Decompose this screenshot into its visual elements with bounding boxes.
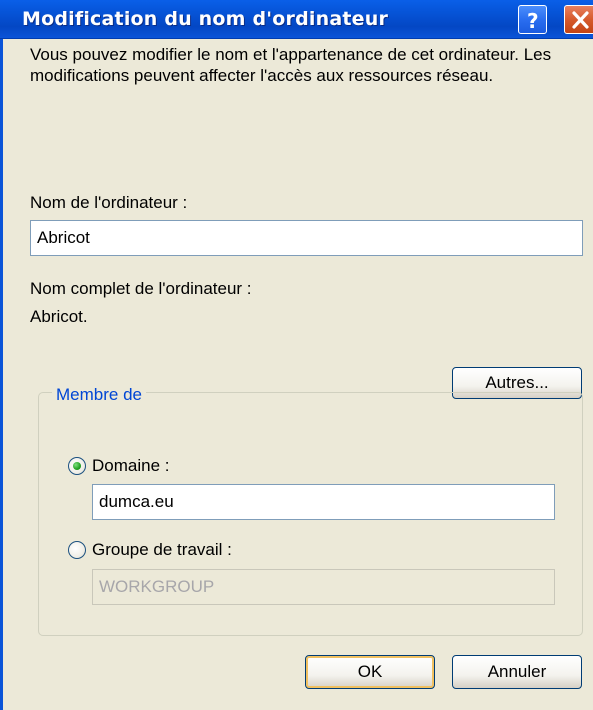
- member-of-legend: Membre de: [52, 385, 146, 405]
- full-name-label: Nom complet de l'ordinateur :: [30, 279, 252, 298]
- window-title: Modification du nom d'ordinateur: [22, 8, 389, 30]
- intro-text: Vous pouvez modifier le nom et l'apparte…: [30, 45, 552, 85]
- domain-label[interactable]: Domaine :: [92, 456, 169, 476]
- full-name-value: Abricot.: [30, 307, 88, 326]
- ok-button[interactable]: OK: [305, 655, 435, 689]
- workgroup-label[interactable]: Groupe de travail :: [92, 540, 232, 560]
- close-button[interactable]: [564, 5, 593, 34]
- help-icon: ?: [527, 9, 539, 33]
- help-button[interactable]: ?: [518, 5, 547, 34]
- title-bar[interactable]: Modification du nom d'ordinateur ?: [0, 0, 593, 39]
- computer-name-label: Nom de l'ordinateur :: [30, 193, 188, 212]
- domain-radio[interactable]: [68, 457, 86, 475]
- domain-input[interactable]: [92, 484, 555, 520]
- close-icon: [572, 11, 589, 29]
- workgroup-radio[interactable]: [68, 541, 86, 559]
- workgroup-input[interactable]: [92, 569, 555, 605]
- cancel-button[interactable]: Annuler: [452, 655, 582, 689]
- svg-text:?: ?: [527, 9, 539, 33]
- computer-name-input[interactable]: [30, 220, 583, 256]
- radio-selected-dot: [73, 462, 81, 470]
